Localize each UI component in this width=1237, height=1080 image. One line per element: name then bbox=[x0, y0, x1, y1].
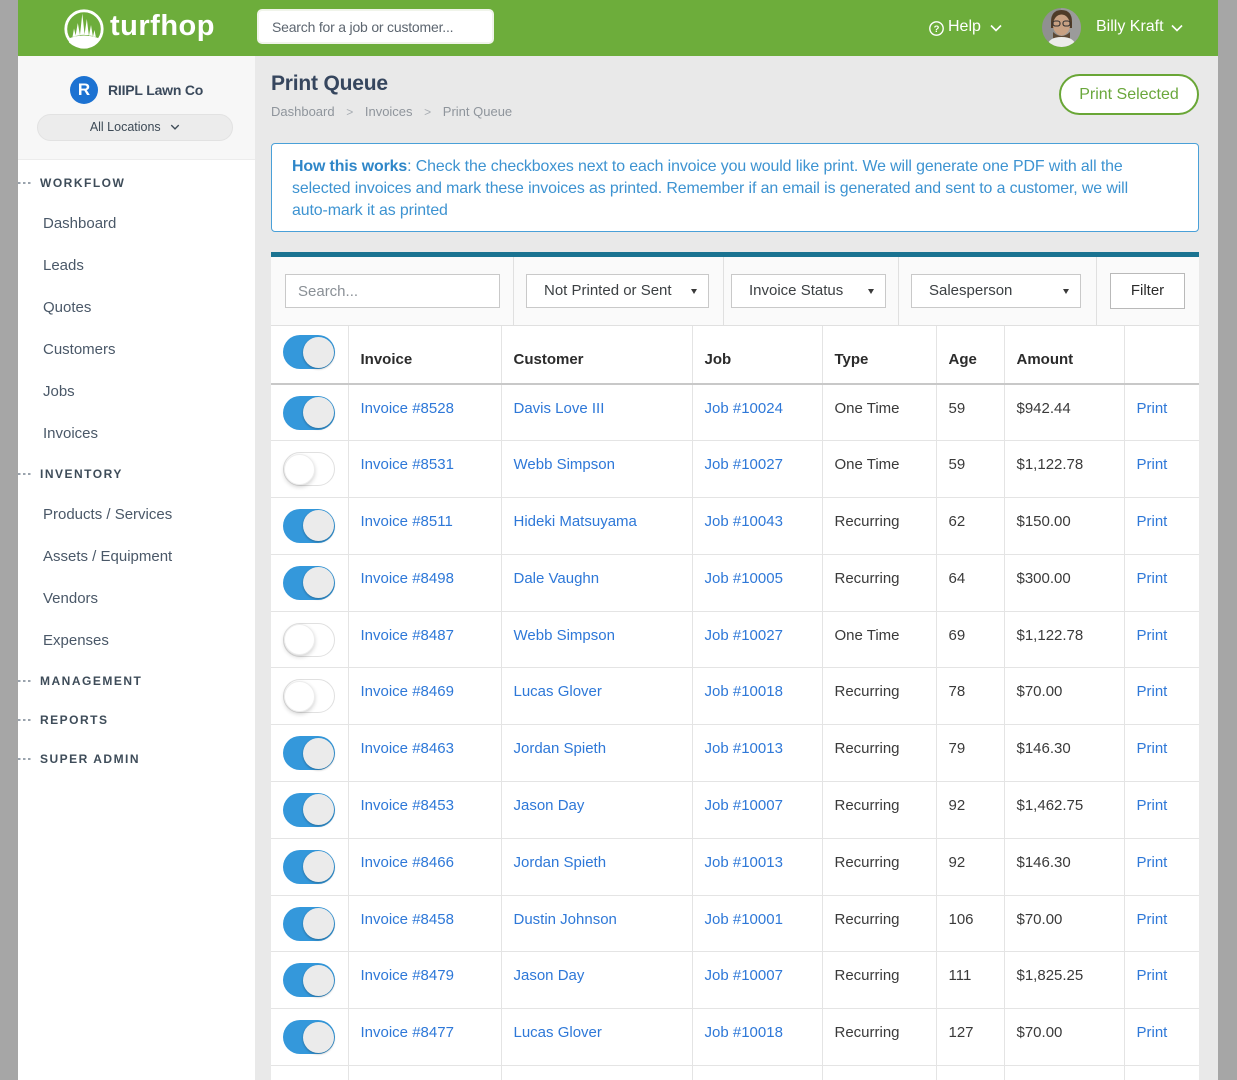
svg-text:?: ? bbox=[934, 24, 940, 35]
